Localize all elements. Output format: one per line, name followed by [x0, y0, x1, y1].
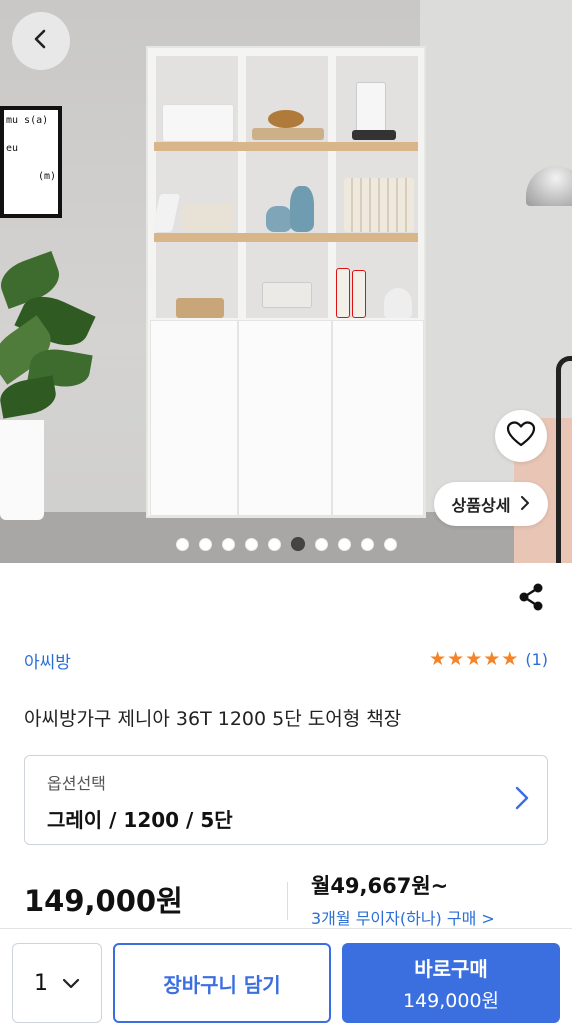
- rating-stars: ★ ★ ★ ★ ★: [429, 649, 518, 669]
- poster-line: eu: [6, 143, 19, 154]
- chair: [556, 356, 572, 563]
- option-selector[interactable]: 옵션선택 그레이 / 1200 / 5단: [24, 755, 548, 845]
- wishlist-button[interactable]: [495, 410, 547, 462]
- carousel-dot[interactable]: [360, 537, 374, 551]
- heart-icon: [506, 420, 536, 452]
- monthly-price: 월49,667원~: [311, 874, 449, 898]
- option-label: 옵션선택: [47, 774, 106, 793]
- carousel-indicator: [0, 536, 572, 552]
- quantity-value: 1: [34, 970, 48, 996]
- carousel-dot[interactable]: [221, 537, 235, 551]
- plant-pot: [0, 420, 44, 520]
- brand-link[interactable]: 아씨방: [24, 648, 71, 673]
- carousel-dot[interactable]: [198, 537, 212, 551]
- product-detail-label: 상품상세: [451, 496, 511, 515]
- add-to-cart-label: 장바구니 담기: [163, 972, 281, 997]
- poster-line: (m): [37, 171, 56, 182]
- carousel-dot[interactable]: [267, 537, 281, 551]
- chevron-down-icon: [62, 971, 80, 996]
- quantity-select[interactable]: 1: [12, 943, 102, 1023]
- option-value: 그레이 / 1200 / 5단: [47, 808, 233, 832]
- product-detail-button[interactable]: 상품상세: [434, 482, 548, 526]
- star-icon: ★: [483, 648, 501, 670]
- product-image-carousel[interactable]: mu s(a) eu (m) 상품상세: [0, 0, 572, 563]
- carousel-dot[interactable]: [337, 537, 351, 551]
- back-button[interactable]: [12, 12, 70, 70]
- star-icon: ★: [465, 648, 483, 670]
- add-to-cart-button[interactable]: 장바구니 담기: [113, 943, 331, 1023]
- price-divider: [287, 882, 288, 920]
- chevron-right-icon: [515, 786, 529, 814]
- buy-now-label: 바로구매: [414, 957, 488, 981]
- chevron-right-icon: [520, 495, 530, 514]
- share-icon: [517, 582, 545, 616]
- star-icon: ★: [429, 648, 447, 670]
- carousel-dot[interactable]: [383, 537, 397, 551]
- rating[interactable]: ★ ★ ★ ★ ★ (1): [429, 649, 548, 669]
- wall-poster: mu s(a) eu (m): [0, 106, 62, 218]
- purchase-bar: 1 장바구니 담기 바로구매 149,000원: [0, 928, 572, 1024]
- carousel-dot[interactable]: [290, 537, 305, 551]
- back-arrow-icon: [30, 28, 52, 54]
- installment-link[interactable]: 3개월 무이자(하나) 구매 >: [311, 905, 495, 929]
- buy-now-button[interactable]: 바로구매 149,000원: [342, 943, 560, 1023]
- bookshelf-product: [146, 46, 426, 518]
- poster-line: mu s(a): [6, 115, 49, 126]
- star-icon: ★: [447, 648, 465, 670]
- share-button[interactable]: [514, 582, 548, 616]
- product-price: 149,000원: [24, 884, 183, 918]
- product-title: 아씨방가구 제니아 36T 1200 5단 도어형 책장: [24, 708, 402, 730]
- carousel-dot[interactable]: [314, 537, 328, 551]
- carousel-dot[interactable]: [175, 537, 189, 551]
- carousel-dot[interactable]: [244, 537, 258, 551]
- star-icon: ★: [501, 648, 519, 670]
- review-count: (1): [525, 649, 548, 669]
- buy-now-price: 149,000원: [402, 990, 500, 1012]
